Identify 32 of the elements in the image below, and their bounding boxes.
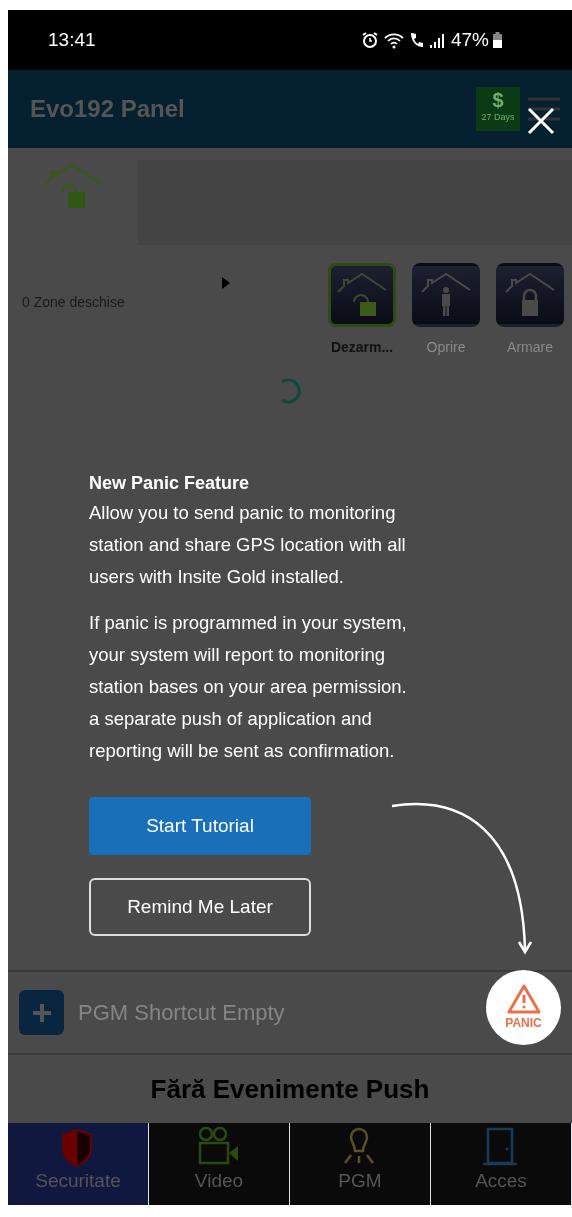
wifi-icon xyxy=(382,31,405,49)
tutorial-paragraph: If panic is programmed in your system, your system will report to monitoring station bases on your area permission. a separate push of application and reporting will be sent as confirmation. xyxy=(89,611,408,763)
close-icon[interactable] xyxy=(527,107,555,135)
warning-icon xyxy=(506,983,541,1014)
start-tutorial-button[interactable]: Start Tutorial xyxy=(89,797,311,855)
phone-icon xyxy=(408,31,425,49)
video-camera-icon xyxy=(198,1127,240,1167)
add-pgm-button[interactable] xyxy=(19,990,64,1035)
pgm-shortcut-label: PGM Shortcut Empty xyxy=(78,999,285,1027)
mode-label: Dezarm... xyxy=(330,338,394,357)
status-time: 13:41 xyxy=(48,27,96,52)
house-unlocked-icon xyxy=(44,164,102,210)
mode-button[interactable] xyxy=(412,263,480,327)
menu-icon[interactable] xyxy=(528,96,560,122)
mode-label: Armare xyxy=(507,338,553,357)
mode-label: Oprire xyxy=(426,338,466,357)
remind-later-button[interactable]: Remind Me Later xyxy=(89,878,311,936)
app-title: Evo192 Panel xyxy=(30,94,185,124)
play-icon[interactable] xyxy=(222,277,230,289)
push-events-message: Fără Evenimente Push xyxy=(150,1072,430,1106)
signal-icon xyxy=(428,31,447,49)
plus-icon xyxy=(30,1001,53,1024)
tutorial-title: New Panic Feature xyxy=(89,472,251,495)
bottom-tab[interactable]: Securitate xyxy=(8,1123,149,1205)
mode-button[interactable] xyxy=(328,263,396,327)
mode-button[interactable] xyxy=(496,263,564,327)
battery-icon xyxy=(493,32,502,48)
subscription-badge[interactable]: $ 27 Days xyxy=(476,87,520,131)
panic-button[interactable]: PANIC xyxy=(486,970,561,1045)
alarm-clock-icon xyxy=(360,31,379,49)
tutorial-paragraph: Allow you to send panic to monitoring station and share GPS location with all users with Insite Gold installed. xyxy=(89,501,407,589)
battery-percent: 47% xyxy=(450,27,489,52)
